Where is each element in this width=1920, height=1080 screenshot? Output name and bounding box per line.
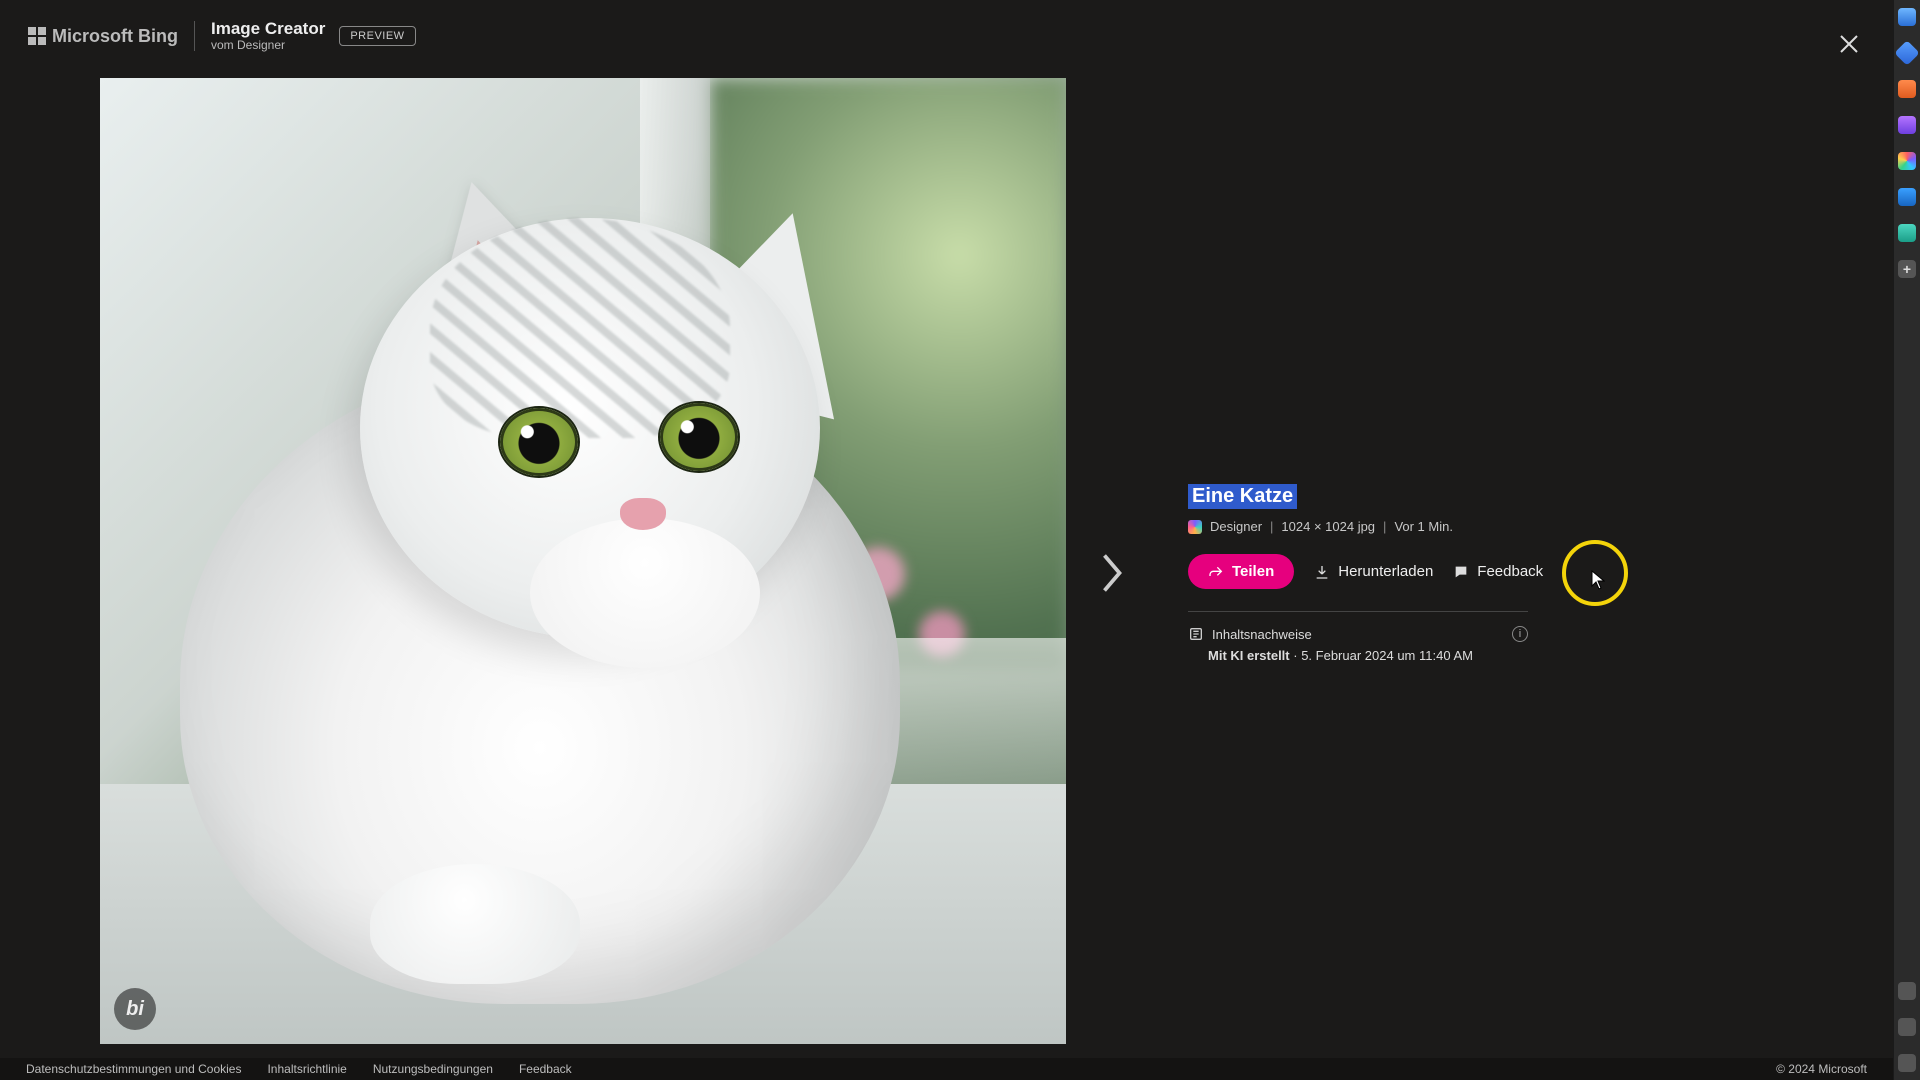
edge-sidebar: + bbox=[1893, 0, 1920, 1080]
designer-icon bbox=[1188, 520, 1202, 534]
prompt-title[interactable]: Eine Katze bbox=[1188, 484, 1297, 509]
preview-badge: PREVIEW bbox=[339, 26, 415, 46]
provenance-dot: · bbox=[1293, 648, 1301, 663]
provenance-timestamp: 5. Februar 2024 um 11:40 AM bbox=[1301, 648, 1473, 663]
download-label: Herunterladen bbox=[1338, 563, 1433, 580]
next-image-button[interactable] bbox=[1090, 540, 1134, 606]
sidebar-search-icon[interactable] bbox=[1898, 8, 1916, 26]
sidebar-tools-icon[interactable] bbox=[1898, 80, 1916, 98]
bing-image-watermark-icon: bi bbox=[114, 988, 156, 1030]
download-button[interactable]: Herunterladen bbox=[1314, 563, 1433, 580]
bing-logo[interactable]: Microsoft Bing bbox=[28, 26, 178, 47]
close-button[interactable] bbox=[1829, 24, 1869, 64]
sidebar-games-icon[interactable] bbox=[1898, 116, 1916, 134]
footer-link-privacy[interactable]: Datenschutzbestimmungen und Cookies bbox=[26, 1062, 241, 1076]
vertical-divider bbox=[194, 21, 195, 51]
source-label[interactable]: Designer bbox=[1210, 519, 1262, 534]
sidebar-add-icon[interactable]: + bbox=[1898, 260, 1916, 278]
microsoft-grid-icon bbox=[28, 27, 46, 45]
sidebar-shopping-icon[interactable] bbox=[1894, 40, 1919, 65]
provenance-icon bbox=[1188, 626, 1204, 642]
footer-copyright: © 2024 Microsoft bbox=[1776, 1062, 1867, 1076]
feedback-button[interactable]: Feedback bbox=[1453, 563, 1543, 580]
footer-link-terms[interactable]: Nutzungsbedingungen bbox=[373, 1062, 493, 1076]
provenance-info-button[interactable]: i bbox=[1512, 626, 1528, 642]
close-icon bbox=[1837, 32, 1861, 56]
sidebar-outlook-icon[interactable] bbox=[1898, 188, 1916, 206]
meta-separator: | bbox=[1270, 519, 1273, 534]
share-button[interactable]: Teilen bbox=[1188, 554, 1294, 589]
feedback-label: Feedback bbox=[1477, 563, 1543, 580]
details-panel: Eine Katze Designer | 1024 × 1024 jpg | … bbox=[1188, 484, 1528, 663]
download-icon bbox=[1314, 564, 1330, 580]
product-title-block[interactable]: Image Creator vom Designer bbox=[211, 20, 325, 52]
brand-text: Microsoft Bing bbox=[52, 26, 178, 47]
meta-separator: | bbox=[1383, 519, 1386, 534]
details-divider bbox=[1188, 611, 1528, 612]
product-title: Image Creator bbox=[211, 20, 325, 39]
footer-link-feedback[interactable]: Feedback bbox=[519, 1062, 572, 1076]
ai-generated-label: Mit KI erstellt bbox=[1208, 648, 1290, 663]
top-bar: Microsoft Bing Image Creator vom Designe… bbox=[0, 0, 1893, 72]
footer-link-content-policy[interactable]: Inhaltsrichtlinie bbox=[267, 1062, 346, 1076]
feedback-icon bbox=[1453, 564, 1469, 580]
image-age: Vor 1 Min. bbox=[1394, 519, 1453, 534]
footer: Datenschutzbestimmungen und Cookies Inha… bbox=[0, 1058, 1893, 1080]
provenance-block: Inhaltsnachweise i Mit KI erstellt · 5. … bbox=[1188, 626, 1528, 663]
sidebar-collapse-icon[interactable] bbox=[1898, 982, 1916, 1000]
provenance-heading: Inhaltsnachweise bbox=[1212, 627, 1312, 642]
chevron-right-icon bbox=[1097, 550, 1127, 596]
sidebar-m365-icon[interactable] bbox=[1898, 152, 1916, 170]
image-dimensions: 1024 × 1024 jpg bbox=[1281, 519, 1375, 534]
meta-row: Designer | 1024 × 1024 jpg | Vor 1 Min. bbox=[1188, 519, 1528, 534]
product-subtitle: vom Designer bbox=[211, 39, 325, 52]
mouse-cursor-icon bbox=[1591, 570, 1605, 590]
share-icon bbox=[1208, 564, 1224, 580]
generated-image[interactable]: bi bbox=[100, 78, 1066, 1044]
sidebar-settings-icon[interactable] bbox=[1898, 1054, 1916, 1072]
share-label: Teilen bbox=[1232, 563, 1274, 580]
sidebar-drop-icon[interactable] bbox=[1898, 224, 1916, 242]
action-row: Teilen Herunterladen Feedback bbox=[1188, 554, 1528, 589]
sidebar-open-external-icon[interactable] bbox=[1898, 1018, 1916, 1036]
